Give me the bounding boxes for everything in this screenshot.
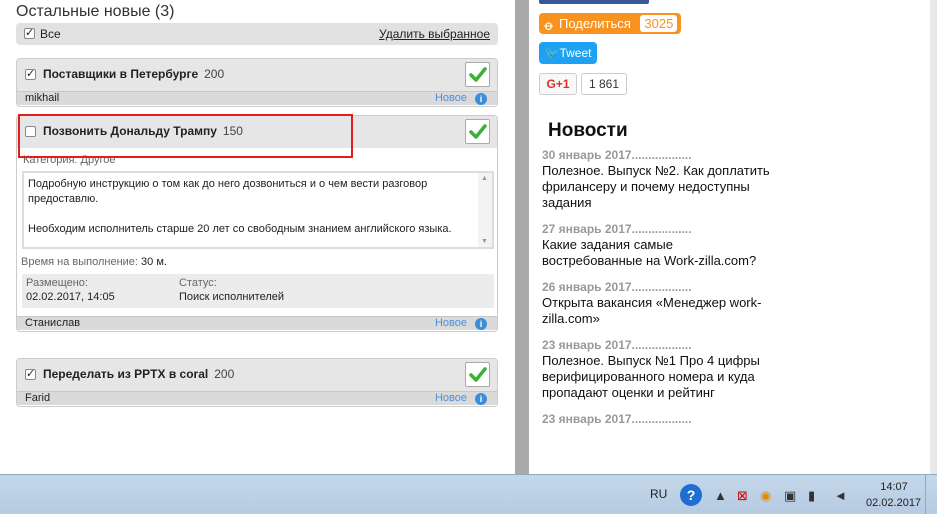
approve-button[interactable] bbox=[465, 62, 490, 87]
app-tray-icon[interactable]: ◉ bbox=[760, 488, 771, 504]
placed-label: Размещено: bbox=[26, 277, 88, 289]
task-meta: Размещено: 02.02.2017, 14:05 Статус: Пои… bbox=[22, 274, 494, 308]
task-description[interactable]: Подробную инструкцию о том как до него д… bbox=[22, 171, 494, 249]
task-title[interactable]: Поставщики в Петербурге 200 bbox=[43, 67, 224, 81]
exec-time-value: 30 м. bbox=[141, 256, 167, 268]
ok-share-button[interactable]: ꝋ Поделиться 3025 bbox=[539, 13, 682, 34]
news-item: 26 январь 2017.................. Открыта… bbox=[542, 280, 772, 327]
volume-icon[interactable]: ◄ bbox=[834, 488, 847, 503]
taskbar: RU ? ▲ ⊠ ◉ ▣ ▮ ◄ 14:07 02.02.2017 bbox=[0, 474, 937, 514]
tweet-button[interactable]: 🐦Tweet bbox=[539, 42, 597, 64]
task-checkbox[interactable] bbox=[25, 67, 36, 80]
help-icon[interactable]: ? bbox=[680, 484, 702, 506]
task-status: Новое bbox=[434, 392, 467, 404]
exec-time: Время на выполнение: 30 м. bbox=[21, 256, 167, 268]
checkmark-icon bbox=[469, 67, 487, 82]
scroll-down-icon[interactable]: ▼ bbox=[481, 238, 488, 245]
news-date: 30 январь 2017.................. bbox=[542, 148, 692, 162]
task-footer: mikhail Новое i bbox=[17, 91, 497, 105]
placed-value: 02.02.2017, 14:05 bbox=[26, 291, 115, 303]
status-value: Поиск исполнителей bbox=[179, 291, 284, 303]
task-card: Переделать из PPTX в coral200 Farid Ново… bbox=[16, 358, 498, 407]
network-error-icon[interactable]: ⊠ bbox=[737, 488, 748, 504]
news-list: 30 январь 2017.................. Полезно… bbox=[542, 148, 772, 438]
twitter-bird-icon: 🐦 bbox=[544, 46, 560, 60]
info-icon[interactable]: i bbox=[475, 318, 487, 330]
news-item: 23 январь 2017.................. bbox=[542, 412, 772, 427]
select-all-label: Все bbox=[40, 27, 61, 41]
task-user[interactable]: Farid bbox=[25, 392, 50, 404]
show-hidden-icons-icon[interactable]: ▲ bbox=[714, 488, 727, 503]
tasks-panel: Остальные новые (3) Все Удалить выбранно… bbox=[0, 0, 515, 474]
task-price: 200 bbox=[204, 67, 225, 81]
news-date: 26 январь 2017.................. bbox=[542, 280, 692, 294]
news-link[interactable]: Полезное. Выпуск №1 Про 4 цифры верифици… bbox=[542, 353, 772, 401]
news-link[interactable]: Открыта вакансия «Менеджер work-zilla.co… bbox=[542, 295, 772, 327]
gplus-button[interactable]: G+1 bbox=[539, 73, 577, 95]
clock-time[interactable]: 14:07 bbox=[868, 481, 920, 493]
language-indicator[interactable]: RU bbox=[650, 487, 667, 501]
task-price: 200 bbox=[214, 367, 235, 381]
show-desktop-button[interactable] bbox=[925, 475, 937, 514]
news-link[interactable]: Полезное. Выпуск №2. Как доплатить фрила… bbox=[542, 163, 772, 211]
signal-icon[interactable]: ▮ bbox=[808, 488, 815, 504]
news-date: 27 январь 2017.................. bbox=[542, 222, 692, 236]
select-bar: Все Удалить выбранное bbox=[16, 23, 498, 45]
ok-share-count: 3025 bbox=[640, 15, 678, 32]
task-header: Переделать из PPTX в coral200 bbox=[17, 359, 497, 391]
checkmark-icon bbox=[469, 124, 487, 139]
highlight-box bbox=[18, 114, 353, 158]
task-card: Поставщики в Петербурге200 mikhail Новое… bbox=[16, 58, 498, 107]
window-edge bbox=[930, 0, 937, 474]
news-date: 23 январь 2017.................. bbox=[542, 338, 692, 352]
news-item: 23 январь 2017.................. Полезно… bbox=[542, 338, 772, 401]
odnoklassniki-icon: ꝋ bbox=[544, 18, 554, 33]
task-status: Новое bbox=[434, 317, 467, 329]
news-title: Новости bbox=[548, 120, 628, 141]
description-paragraph: Подробную инструкцию о том как до него д… bbox=[28, 178, 428, 205]
clipboard-icon[interactable]: ▣ bbox=[784, 488, 796, 504]
ok-share-label: Поделиться bbox=[559, 16, 631, 31]
gplus-count: 1 861 bbox=[581, 73, 627, 95]
sidebar-panel: ꝋ Поделиться 3025 🐦Tweet G+1 1 861 Новос… bbox=[529, 0, 937, 474]
task-user[interactable]: Станислав bbox=[25, 317, 80, 329]
task-status: Новое bbox=[434, 92, 467, 104]
news-date: 23 январь 2017.................. bbox=[542, 412, 692, 426]
approve-button[interactable] bbox=[465, 362, 490, 387]
approve-button[interactable] bbox=[465, 119, 490, 144]
news-item: 27 январь 2017.................. Какие з… bbox=[542, 222, 772, 269]
news-item: 30 январь 2017.................. Полезно… bbox=[542, 148, 772, 211]
task-header: Поставщики в Петербурге200 bbox=[17, 59, 497, 91]
delete-selected-link[interactable]: Удалить выбранное bbox=[379, 27, 490, 41]
status-label: Статус: bbox=[179, 277, 217, 289]
info-icon[interactable]: i bbox=[475, 93, 487, 105]
panel-divider bbox=[515, 0, 529, 474]
description-paragraph: Необходим исполнитель старше 20 лет со с… bbox=[28, 223, 452, 235]
scroll-up-icon[interactable]: ▲ bbox=[481, 175, 488, 182]
task-title[interactable]: Переделать из PPTX в coral 200 bbox=[43, 367, 234, 381]
task-footer: Farid Новое i bbox=[17, 391, 497, 405]
select-all-checkbox[interactable] bbox=[24, 26, 35, 39]
task-checkbox[interactable] bbox=[25, 367, 36, 380]
checkmark-icon bbox=[469, 367, 487, 382]
description-scrollbar[interactable]: ▲ ▼ bbox=[478, 173, 492, 247]
facebook-share-button[interactable] bbox=[539, 0, 649, 4]
task-user[interactable]: mikhail bbox=[25, 92, 59, 104]
news-link[interactable]: Какие задания самые востребованные на Wo… bbox=[542, 237, 772, 269]
clock-date[interactable]: 02.02.2017 bbox=[866, 497, 921, 509]
section-title: Остальные новые (3) bbox=[16, 3, 175, 20]
info-icon[interactable]: i bbox=[475, 393, 487, 405]
task-footer: Станислав Новое i bbox=[17, 316, 497, 330]
